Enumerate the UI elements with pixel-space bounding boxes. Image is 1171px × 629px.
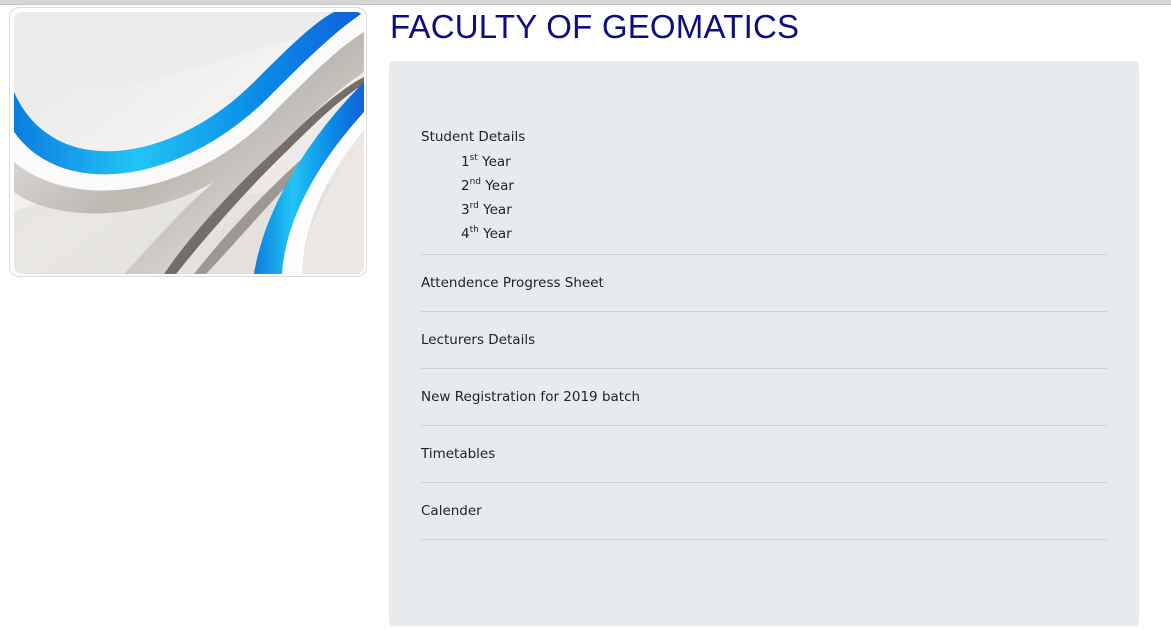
menu-item-lecturers: Lecturers Details xyxy=(421,312,1107,369)
year-1-link[interactable]: 1st Year xyxy=(461,150,1107,174)
timetables-link[interactable]: Timetables xyxy=(421,426,495,483)
navigation-panel: Student Details 1st Year 2nd Year 3rd Ye… xyxy=(389,61,1139,626)
lecturers-details-link[interactable]: Lecturers Details xyxy=(421,312,535,369)
menu-item-attendance: Attendence Progress Sheet xyxy=(421,255,1107,312)
abstract-wave-image xyxy=(14,12,364,274)
menu-item-student-details: Student Details 1st Year 2nd Year 3rd Ye… xyxy=(421,128,1107,255)
banner-image-frame xyxy=(9,7,367,277)
year-list: 1st Year 2nd Year 3rd Year 4th Year xyxy=(461,150,1107,246)
year-4-link[interactable]: 4th Year xyxy=(461,222,1107,246)
year-3-link[interactable]: 3rd Year xyxy=(461,198,1107,222)
menu-item-registration: New Registration for 2019 batch xyxy=(421,369,1107,426)
menu-item-calender: Calender xyxy=(421,483,1107,540)
year-2-link[interactable]: 2nd Year xyxy=(461,174,1107,198)
new-registration-link[interactable]: New Registration for 2019 batch xyxy=(421,369,640,426)
student-details-link[interactable]: Student Details xyxy=(421,128,525,146)
browser-top-border xyxy=(0,0,1171,5)
menu-item-timetables: Timetables xyxy=(421,426,1107,483)
attendance-progress-link[interactable]: Attendence Progress Sheet xyxy=(421,255,604,312)
calender-link[interactable]: Calender xyxy=(421,483,482,540)
page-title: FACULTY OF GEOMATICS xyxy=(390,8,800,45)
navigation-menu: Student Details 1st Year 2nd Year 3rd Ye… xyxy=(421,128,1107,540)
